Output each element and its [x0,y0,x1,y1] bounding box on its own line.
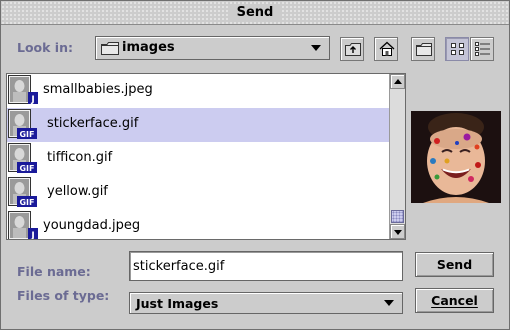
gif-file-icon: GIF [8,143,37,173]
file-name-text: smallbabies.jpeg [43,82,153,97]
arrow-down-icon [394,230,402,235]
look-in-combo[interactable]: images [95,36,330,60]
scroll-up-button[interactable] [390,74,405,89]
folder-icon [101,42,119,55]
send-button[interactable]: Send [415,252,494,277]
cancel-button[interactable]: Cancel [415,288,494,313]
file-list-item[interactable]: Jsmallbabies.jpeg [7,74,391,108]
file-name-input[interactable]: stickerface.gif [129,251,403,281]
home-icon [379,41,395,56]
new-folder-icon [416,43,432,56]
svg-text:J: J [30,95,34,105]
file-name-value: stickerface.gif [133,259,225,274]
list-view-icon [451,43,464,55]
child-face-photo [411,111,501,203]
details-view-icon [475,42,490,56]
vertical-scrollbar[interactable] [389,74,405,239]
file-name-label: File name: [17,264,91,279]
cancel-button-label: Cancel [431,293,478,308]
files-of-type-value: Just Images [136,296,219,311]
up-one-level-button[interactable] [340,37,364,61]
file-name-text: yellow.gif [47,184,108,199]
send-dialog: Send Look in: images J smallbabies.jpeg … [0,0,510,330]
svg-text:GIF: GIF [19,130,34,139]
dialog-title: Send [228,5,282,20]
jpeg-file-icon: J [8,211,38,240]
up-folder-icon [345,43,361,56]
image-preview [411,111,501,203]
chevron-down-icon [384,300,394,306]
scroll-thumb[interactable] [391,210,404,223]
svg-text:GIF: GIF [19,198,34,207]
gif-file-icon: GIF [8,109,37,139]
file-name-text: stickerface.gif [47,116,139,131]
svg-text:J: J [30,231,34,240]
file-name-text: youngdad.jpeg [43,218,141,233]
title-bar[interactable]: Send [1,1,509,25]
home-button[interactable] [374,37,398,61]
files-of-type-label: Files of type: [17,288,110,303]
file-list-item[interactable]: Jyoungdad.jpeg [7,210,391,240]
file-list-item[interactable]: GIF stickerface.gif [7,108,391,142]
gif-file-icon: GIF [8,177,37,207]
files-of-type-combo[interactable]: Just Images [129,292,403,314]
jpeg-file-icon: J [8,75,38,105]
arrow-up-icon [394,79,402,84]
scroll-down-button[interactable] [390,224,405,239]
send-button-label: Send [436,257,473,272]
new-folder-button[interactable] [411,37,435,61]
file-list-item[interactable]: GIF yellow.gif [7,176,391,210]
look-in-label: Look in: [17,40,73,55]
svg-text:GIF: GIF [19,164,34,173]
details-view-button[interactable] [470,37,494,61]
chevron-down-icon [311,45,321,51]
file-name-text: tifficon.gif [47,150,113,165]
file-list-item[interactable]: GIF tifficon.gif [7,142,391,176]
file-list[interactable]: Jsmallbabies.jpeg GIF stickerface.gif GIF ti… [6,73,406,240]
list-view-button[interactable] [445,37,469,61]
look-in-value: images [122,40,175,55]
